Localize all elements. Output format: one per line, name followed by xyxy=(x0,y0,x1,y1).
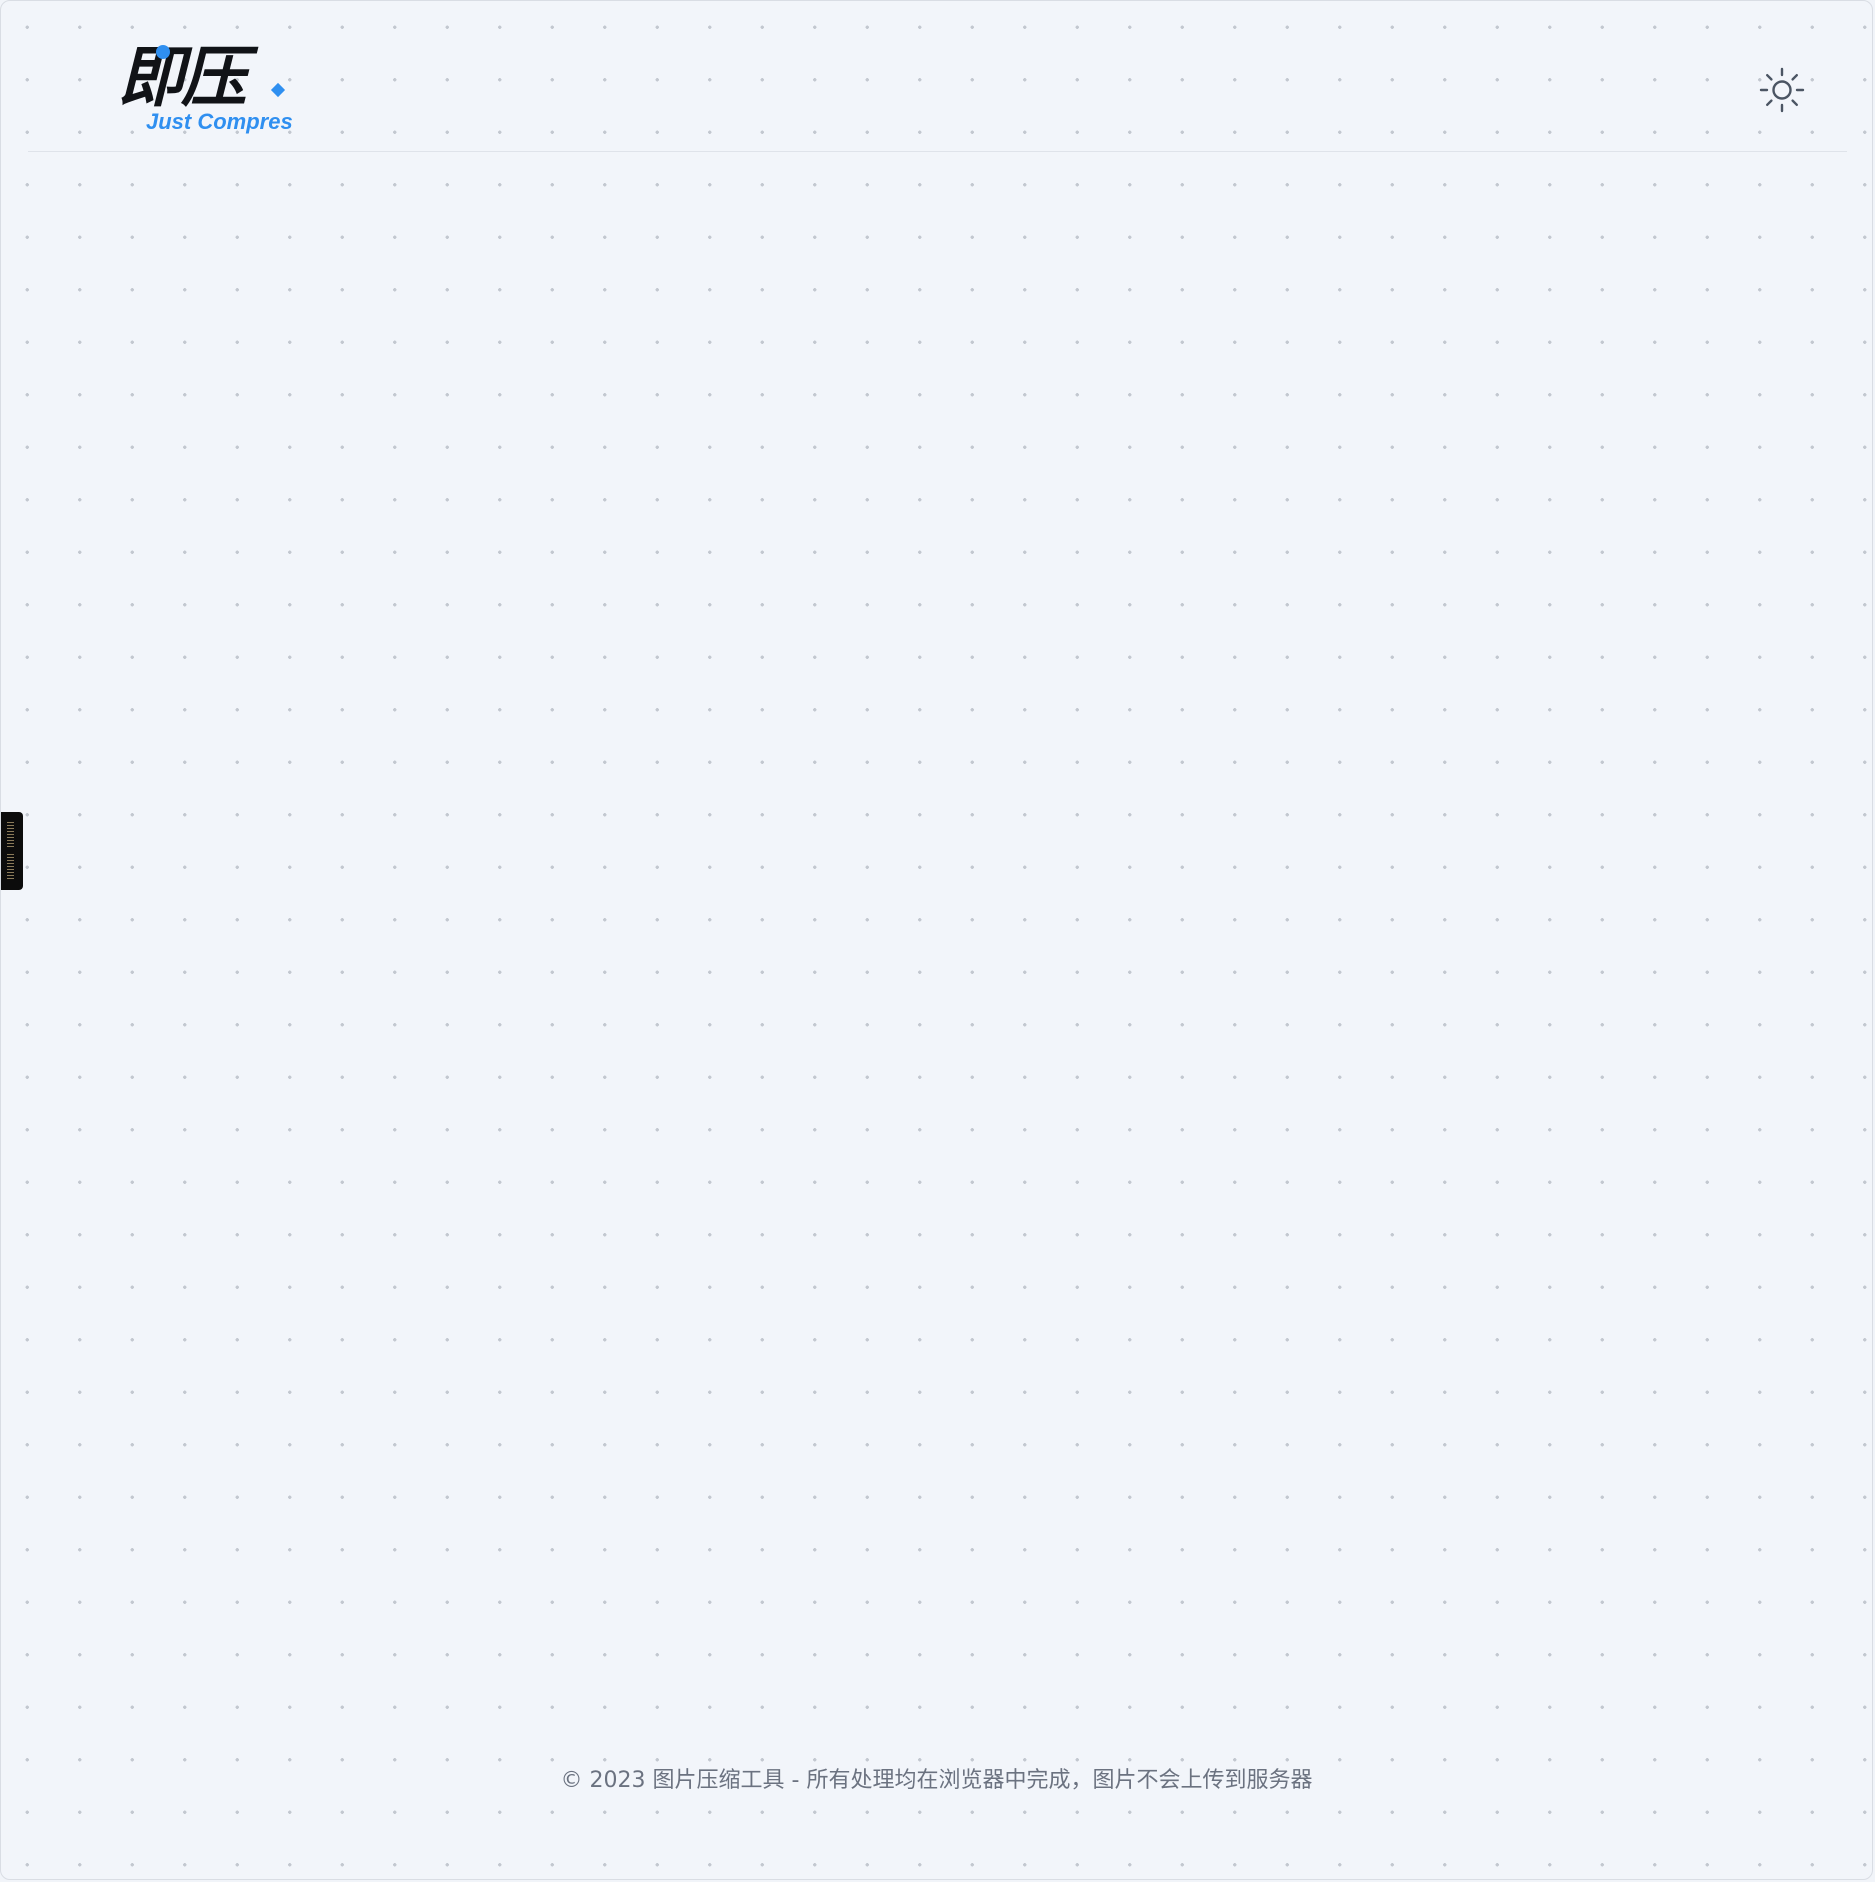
sun-icon xyxy=(1759,67,1805,113)
grip-lines-icon xyxy=(7,822,14,848)
side-drag-handle[interactable] xyxy=(1,812,23,890)
app-header: 即压 Just Compres xyxy=(28,1,1847,152)
logo-chinese-text: 即压 xyxy=(118,38,247,116)
logo-dot-accent xyxy=(156,45,170,59)
footer-copyright: © 2023 图片压缩工具 - 所有处理均在浏览器中完成，图片不会上传到服务器 xyxy=(560,1768,1313,1793)
app-logo[interactable]: 即压 Just Compres xyxy=(118,41,308,141)
logo-diamond-accent xyxy=(270,82,286,98)
grip-lines-icon xyxy=(7,854,14,880)
app-window: 即压 Just Compres © 2023 图片压缩工具 - 所有处理均在浏览… xyxy=(0,0,1873,1880)
theme-toggle-button[interactable] xyxy=(1759,67,1805,113)
logo-english-text: Just Compres xyxy=(146,109,293,134)
